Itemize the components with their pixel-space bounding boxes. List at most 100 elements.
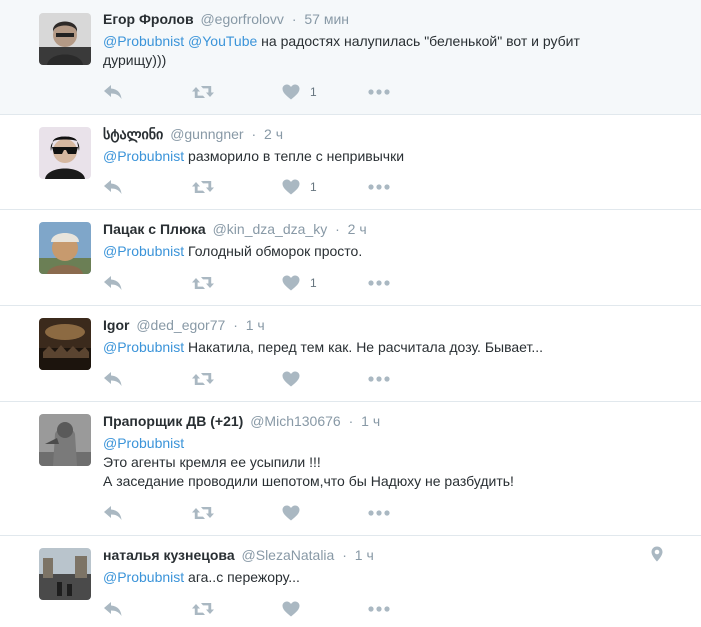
retweet-button[interactable] bbox=[192, 177, 214, 197]
retweet-button[interactable] bbox=[192, 82, 214, 102]
author-username[interactable]: @ded_egor77 bbox=[136, 317, 225, 333]
more-button[interactable] bbox=[368, 369, 390, 389]
reply-icon bbox=[103, 601, 123, 617]
author-username[interactable]: @gunngner bbox=[170, 126, 243, 142]
retweet-icon bbox=[192, 371, 214, 387]
tweet[interactable]: Igor @ded_egor77 · 1 ч @Probubnist Накат… bbox=[0, 306, 701, 402]
retweet-icon bbox=[192, 275, 214, 291]
tweet[interactable]: Пацак с Плюка @kin_dza_dza_ky · 2 ч @Pro… bbox=[0, 210, 701, 306]
tweet-text: @Probubnist Накатила, перед тем как. Не … bbox=[103, 338, 603, 357]
author-username[interactable]: @egorfrolovv bbox=[200, 11, 283, 27]
reply-button[interactable] bbox=[103, 273, 123, 293]
tweet[interactable]: наталья кузнецова @SlezaNatalia · 1 ч @P… bbox=[0, 536, 701, 627]
tweet-header: Егор Фролов @egorfrolovv · 57 мин bbox=[103, 11, 349, 27]
location-pin-button[interactable] bbox=[651, 546, 663, 567]
retweet-icon bbox=[192, 84, 214, 100]
avatar[interactable] bbox=[39, 222, 91, 274]
retweet-icon bbox=[192, 179, 214, 195]
author-name[interactable]: Егор Фролов bbox=[103, 11, 194, 27]
author-name[interactable]: наталья кузнецова bbox=[103, 547, 235, 563]
separator: · bbox=[291, 11, 297, 27]
author-name[interactable]: Прапорщик ДВ (+21) bbox=[103, 413, 243, 429]
more-icon bbox=[368, 510, 390, 516]
timestamp[interactable]: 1 ч bbox=[246, 317, 265, 333]
separator: · bbox=[251, 126, 257, 142]
separator: · bbox=[335, 221, 340, 237]
like-button[interactable]: 1 bbox=[282, 82, 317, 102]
tweet-body-line: дурищу))) bbox=[103, 52, 167, 68]
mention-link[interactable]: @YouTube bbox=[188, 33, 257, 49]
retweet-icon bbox=[192, 505, 214, 521]
avatar[interactable] bbox=[39, 318, 91, 370]
retweet-button[interactable] bbox=[192, 369, 214, 389]
like-button[interactable] bbox=[282, 503, 300, 523]
reply-button[interactable] bbox=[103, 503, 123, 523]
like-count: 1 bbox=[310, 276, 317, 290]
timestamp[interactable]: 1 ч bbox=[361, 413, 380, 429]
heart-icon bbox=[282, 84, 300, 100]
reply-button[interactable] bbox=[103, 369, 123, 389]
heart-icon bbox=[282, 179, 300, 195]
avatar[interactable] bbox=[39, 414, 91, 466]
avatar[interactable] bbox=[39, 548, 91, 600]
author-name[interactable]: Igor bbox=[103, 317, 129, 333]
mention-link[interactable]: @Probubnist bbox=[103, 148, 184, 164]
like-button[interactable] bbox=[282, 369, 300, 389]
author-username[interactable]: @kin_dza_dza_ky bbox=[213, 221, 328, 237]
tweet-text: @Probubnist @YouTube на радостях налупил… bbox=[103, 32, 603, 70]
mention-link[interactable]: @Probubnist bbox=[103, 435, 184, 451]
author-username[interactable]: @SlezaNatalia bbox=[242, 547, 335, 563]
tweet-body-line: А заседание проводили шепотом,что бы Над… bbox=[103, 473, 514, 489]
author-name[interactable]: Пацак с Плюка bbox=[103, 221, 206, 237]
tweet[interactable]: Егор Фролов @egorfrolovv · 57 мин @Probu… bbox=[0, 0, 701, 115]
heart-icon bbox=[282, 601, 300, 617]
retweet-button[interactable] bbox=[192, 503, 214, 523]
separator: · bbox=[233, 317, 238, 333]
tweet-text: @Probubnist Это агенты кремля ее усыпили… bbox=[103, 434, 603, 491]
like-button[interactable]: 1 bbox=[282, 177, 317, 197]
author-username[interactable]: @Mich130676 bbox=[250, 413, 341, 429]
more-button[interactable] bbox=[368, 82, 390, 102]
timestamp[interactable]: 1 ч bbox=[355, 547, 374, 563]
tweet-body-line: Это агенты кремля ее усыпили !!! bbox=[103, 454, 321, 470]
reply-button[interactable] bbox=[103, 82, 123, 102]
like-button[interactable]: 1 bbox=[282, 273, 317, 293]
reply-icon bbox=[103, 84, 123, 100]
timestamp[interactable]: 2 ч bbox=[348, 221, 367, 237]
heart-icon bbox=[282, 275, 300, 291]
tweet-header: Igor @ded_egor77 · 1 ч bbox=[103, 317, 265, 333]
more-button[interactable] bbox=[368, 599, 390, 619]
more-button[interactable] bbox=[368, 177, 390, 197]
tweet-text: @Probubnist Голодный обморок просто. bbox=[103, 242, 603, 261]
reply-button[interactable] bbox=[103, 599, 123, 619]
tweet-body: Накатила, перед тем как. Не расчитала до… bbox=[188, 339, 543, 355]
location-pin-icon bbox=[651, 546, 663, 562]
tweet-header: наталья кузнецова @SlezaNatalia · 1 ч bbox=[103, 547, 374, 563]
reply-button[interactable] bbox=[103, 177, 123, 197]
mention-link[interactable]: @Probubnist bbox=[103, 33, 184, 49]
timestamp[interactable]: 2 ч bbox=[264, 126, 283, 142]
tweet-text: @Probubnist разморило в тепле с непривыч… bbox=[103, 147, 603, 166]
like-button[interactable] bbox=[282, 599, 300, 619]
more-button[interactable] bbox=[368, 273, 390, 293]
author-name[interactable]: სტალინი bbox=[103, 126, 163, 142]
heart-icon bbox=[282, 371, 300, 387]
mention-link[interactable]: @Probubnist bbox=[103, 243, 184, 259]
reply-icon bbox=[103, 179, 123, 195]
more-icon bbox=[368, 376, 390, 382]
more-button[interactable] bbox=[368, 503, 390, 523]
mention-link[interactable]: @Probubnist bbox=[103, 569, 184, 585]
reply-icon bbox=[103, 505, 123, 521]
avatar[interactable] bbox=[39, 13, 91, 65]
timestamp[interactable]: 57 мин bbox=[304, 11, 349, 27]
more-icon bbox=[368, 280, 390, 286]
tweet-header: Прапорщик ДВ (+21) @Mich130676 · 1 ч bbox=[103, 413, 380, 429]
separator: · bbox=[342, 547, 347, 563]
avatar[interactable] bbox=[39, 127, 91, 179]
mention-link[interactable]: @Probubnist bbox=[103, 339, 184, 355]
retweet-icon bbox=[192, 601, 214, 617]
tweet[interactable]: Прапорщик ДВ (+21) @Mich130676 · 1 ч @Pr… bbox=[0, 402, 701, 536]
retweet-button[interactable] bbox=[192, 273, 214, 293]
tweet[interactable]: სტალინი @gunngner · 2 ч @Probubnist разм… bbox=[0, 115, 701, 210]
retweet-button[interactable] bbox=[192, 599, 214, 619]
